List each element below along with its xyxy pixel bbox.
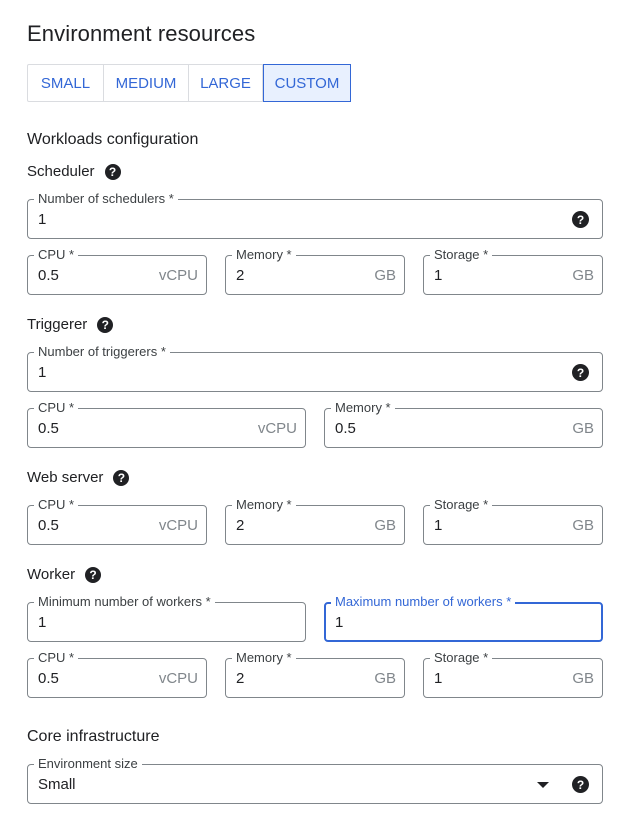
field-value: 1	[38, 614, 47, 631]
field-unit: GB	[572, 670, 594, 687]
field-unit: vCPU	[158, 517, 198, 534]
field-label: Minimum number of workers *	[34, 594, 215, 610]
field-label: Storage *	[430, 247, 493, 263]
field-label: Number of triggerers *	[34, 344, 170, 360]
field-label: Storage *	[430, 650, 493, 666]
webserver-heading: Web server ?	[27, 469, 130, 486]
field-value: 0.5	[38, 517, 59, 534]
field-unit: vCPU	[257, 420, 297, 437]
field-unit: vCPU	[158, 267, 198, 284]
triggerer-cpu-field[interactable]: CPU * 0.5 vCPU	[27, 400, 306, 448]
field-value: 1	[434, 267, 443, 284]
scheduler-cpu-field[interactable]: CPU * 0.5 vCPU	[27, 247, 207, 295]
field-value: 0.5	[38, 420, 59, 437]
field-value: 0.5	[38, 670, 59, 687]
preset-large-button[interactable]: LARGE	[189, 65, 263, 101]
webserver-memory-field[interactable]: Memory * 2 GB	[225, 497, 405, 545]
workloads-section-title: Workloads configuration	[27, 131, 199, 148]
scheduler-title: Scheduler	[27, 163, 95, 180]
help-icon[interactable]: ?	[97, 316, 114, 333]
field-label: Environment size	[34, 756, 142, 772]
max-workers-field[interactable]: Maximum number of workers * 1	[324, 594, 603, 642]
preset-custom-button[interactable]: CUSTOM	[263, 64, 351, 102]
field-value: 2	[236, 670, 245, 687]
field-label: Memory *	[331, 400, 395, 416]
field-value: 1	[38, 211, 47, 228]
field-label: CPU *	[34, 650, 79, 666]
preset-toggle-group: SMALL MEDIUM LARGE CUSTOM	[27, 64, 351, 102]
triggerer-heading: Triggerer ?	[27, 316, 114, 333]
field-label: Storage *	[430, 497, 493, 513]
field-unit: GB	[572, 517, 594, 534]
webserver-title: Web server	[27, 469, 104, 486]
help-icon[interactable]: ?	[85, 566, 102, 583]
worker-heading: Worker ?	[27, 566, 102, 583]
field-label: Memory *	[232, 497, 296, 513]
help-icon[interactable]: ?	[104, 163, 121, 180]
caret-down-icon[interactable]	[537, 782, 549, 788]
field-value: 0.5	[38, 267, 59, 284]
field-value: 1	[434, 670, 443, 687]
number-of-triggerers-field[interactable]: Number of triggerers * 1 ?	[27, 344, 603, 392]
field-value: 2	[236, 267, 245, 284]
field-value: 0.5	[335, 420, 356, 437]
field-unit: vCPU	[158, 670, 198, 687]
min-workers-field[interactable]: Minimum number of workers * 1	[27, 594, 306, 642]
scheduler-storage-field[interactable]: Storage * 1 GB	[423, 247, 603, 295]
field-unit: GB	[572, 420, 594, 437]
core-infrastructure-title: Core infrastructure	[27, 728, 160, 745]
field-label: Number of schedulers *	[34, 191, 178, 207]
field-unit: GB	[572, 267, 594, 284]
field-label: CPU *	[34, 247, 79, 263]
webserver-cpu-field[interactable]: CPU * 0.5 vCPU	[27, 497, 207, 545]
help-icon[interactable]: ?	[572, 364, 589, 381]
help-icon[interactable]: ?	[572, 776, 589, 793]
field-label: Maximum number of workers *	[331, 594, 516, 610]
field-value: 1	[434, 517, 443, 534]
field-value: 1	[335, 614, 344, 631]
field-label: CPU *	[34, 400, 79, 416]
scheduler-heading: Scheduler ?	[27, 163, 121, 180]
preset-medium-button[interactable]: MEDIUM	[104, 65, 189, 101]
worker-title: Worker	[27, 566, 76, 583]
field-label: CPU *	[34, 497, 79, 513]
field-unit: GB	[374, 267, 396, 284]
triggerer-title: Triggerer	[27, 316, 88, 333]
field-value: 2	[236, 517, 245, 534]
triggerer-memory-field[interactable]: Memory * 0.5 GB	[324, 400, 603, 448]
webserver-storage-field[interactable]: Storage * 1 GB	[423, 497, 603, 545]
field-value: Small	[38, 776, 76, 793]
preset-small-button[interactable]: SMALL	[28, 65, 104, 101]
field-label: Memory *	[232, 650, 296, 666]
worker-storage-field[interactable]: Storage * 1 GB	[423, 650, 603, 698]
environment-size-select[interactable]: Environment size Small ?	[27, 756, 603, 804]
field-label: Memory *	[232, 247, 296, 263]
help-icon[interactable]: ?	[572, 211, 589, 228]
number-of-schedulers-field[interactable]: Number of schedulers * 1 ?	[27, 191, 603, 239]
page-title: Environment resources	[27, 21, 256, 46]
field-value: 1	[38, 364, 47, 381]
worker-memory-field[interactable]: Memory * 2 GB	[225, 650, 405, 698]
help-icon[interactable]: ?	[113, 469, 130, 486]
field-unit: GB	[374, 670, 396, 687]
field-unit: GB	[374, 517, 396, 534]
scheduler-memory-field[interactable]: Memory * 2 GB	[225, 247, 405, 295]
worker-cpu-field[interactable]: CPU * 0.5 vCPU	[27, 650, 207, 698]
